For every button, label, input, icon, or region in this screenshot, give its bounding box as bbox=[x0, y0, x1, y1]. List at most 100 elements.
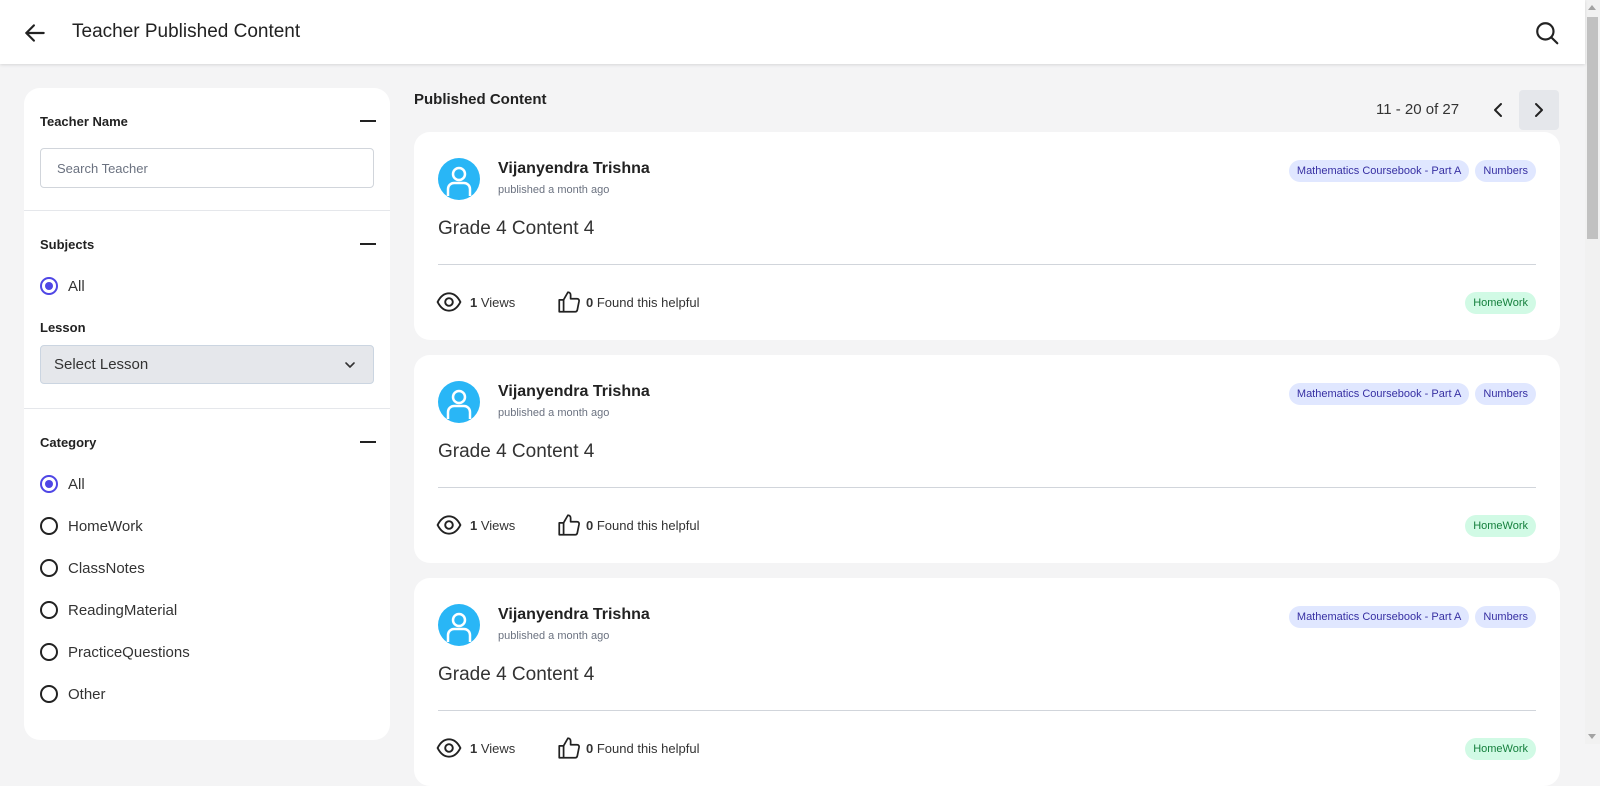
chevron-down-icon bbox=[345, 362, 355, 368]
author-name[interactable]: Vijanyendra Trishna bbox=[498, 160, 650, 178]
subjects-heading: Subjects bbox=[40, 237, 95, 252]
category-option-practicequestions[interactable]: PracticeQuestions bbox=[40, 641, 190, 663]
scroll-up-arrow[interactable] bbox=[1588, 5, 1596, 10]
page-title: Teacher Published Content bbox=[72, 21, 301, 42]
category-option-other[interactable]: Other bbox=[40, 683, 106, 705]
previous-page-button[interactable] bbox=[1486, 91, 1512, 129]
teacher-collapse-button[interactable] bbox=[354, 112, 382, 130]
card-divider bbox=[438, 487, 1536, 488]
radio-icon[interactable] bbox=[40, 685, 58, 703]
minus-icon bbox=[360, 441, 376, 443]
app-header: Teacher Published Content bbox=[0, 0, 1585, 64]
content-title[interactable]: Grade 4 Content 4 bbox=[438, 664, 594, 686]
helpful-label: Found this helpful bbox=[596, 295, 700, 310]
subject-tag: Mathematics Coursebook - Part A bbox=[1288, 383, 1470, 405]
section-divider bbox=[24, 408, 390, 409]
eye-icon bbox=[436, 738, 462, 758]
avatar bbox=[438, 158, 480, 200]
category-option-all[interactable]: All bbox=[40, 473, 85, 495]
teacher-name-heading: Teacher Name bbox=[40, 114, 128, 129]
minus-icon bbox=[360, 243, 376, 245]
topic-tag: Numbers bbox=[1475, 383, 1536, 405]
radio-checked-icon[interactable] bbox=[40, 475, 58, 493]
subject-option-all[interactable]: All bbox=[40, 275, 85, 297]
helpful-stat: 0 Found this helpful bbox=[586, 741, 699, 756]
search-teacher-input[interactable] bbox=[40, 148, 374, 188]
content-card[interactable]: Vijanyendra Trishna published a month ag… bbox=[414, 132, 1560, 340]
category-option-label: HomeWork bbox=[68, 517, 143, 535]
views-count: 1 bbox=[470, 295, 478, 310]
avatar bbox=[438, 381, 480, 423]
category-option-label: Other bbox=[68, 685, 106, 703]
minus-icon bbox=[360, 120, 376, 122]
category-option-readingmaterial[interactable]: ReadingMaterial bbox=[40, 599, 177, 621]
chevron-left-icon bbox=[1494, 103, 1502, 117]
filter-sidebar: Teacher Name Subjects All Lesson Select … bbox=[24, 88, 390, 740]
radio-icon[interactable] bbox=[40, 517, 58, 535]
card-divider bbox=[438, 710, 1536, 711]
user-icon bbox=[446, 389, 472, 419]
content-card[interactable]: Vijanyendra Trishna published a month ag… bbox=[414, 578, 1560, 786]
thumbs-up-icon[interactable] bbox=[556, 512, 582, 538]
radio-checked-icon[interactable] bbox=[40, 277, 58, 295]
views-count: 1 bbox=[470, 518, 478, 533]
category-badge: HomeWork bbox=[1465, 738, 1536, 760]
radio-icon[interactable] bbox=[40, 559, 58, 577]
views-stat: 1 Views bbox=[470, 741, 515, 756]
tag-list: Mathematics Coursebook - Part A Numbers bbox=[1288, 606, 1536, 628]
category-option-homework[interactable]: HomeWork bbox=[40, 515, 143, 537]
lesson-label: Lesson bbox=[40, 320, 86, 335]
subject-tag: Mathematics Coursebook - Part A bbox=[1288, 606, 1470, 628]
published-time: published a month ago bbox=[498, 184, 610, 196]
category-option-label: ReadingMaterial bbox=[68, 601, 178, 619]
section-divider bbox=[24, 210, 390, 211]
card-divider bbox=[438, 264, 1536, 265]
eye-icon bbox=[436, 292, 462, 312]
subject-tag: Mathematics Coursebook - Part A bbox=[1288, 160, 1470, 182]
radio-icon[interactable] bbox=[40, 643, 58, 661]
helpful-count: 0 bbox=[586, 741, 594, 756]
helpful-stat: 0 Found this helpful bbox=[586, 518, 699, 533]
page-scrollbar[interactable] bbox=[1585, 0, 1600, 744]
scroll-down-arrow[interactable] bbox=[1588, 734, 1596, 739]
author-name[interactable]: Vijanyendra Trishna bbox=[498, 383, 650, 401]
scroll-thumb[interactable] bbox=[1587, 17, 1598, 239]
radio-icon[interactable] bbox=[40, 601, 58, 619]
views-stat: 1 Views bbox=[470, 518, 515, 533]
content-title[interactable]: Grade 4 Content 4 bbox=[438, 441, 594, 463]
thumbs-up-icon[interactable] bbox=[556, 735, 582, 761]
eye-icon bbox=[436, 515, 462, 535]
category-option-label: All bbox=[68, 475, 85, 493]
back-button[interactable] bbox=[22, 20, 48, 46]
published-time: published a month ago bbox=[498, 407, 610, 419]
subjects-collapse-button[interactable] bbox=[354, 235, 382, 253]
category-option-classnotes[interactable]: ClassNotes bbox=[40, 557, 145, 579]
published-content-heading: Published Content bbox=[414, 91, 547, 108]
search-button[interactable] bbox=[1534, 20, 1560, 46]
views-label: Views bbox=[480, 295, 516, 310]
subject-option-label: All bbox=[68, 277, 85, 295]
search-icon bbox=[1536, 22, 1559, 45]
arrow-left-icon bbox=[25, 24, 45, 42]
next-page-button[interactable] bbox=[1519, 90, 1559, 130]
helpful-label: Found this helpful bbox=[596, 518, 700, 533]
thumbs-up-icon[interactable] bbox=[556, 289, 582, 315]
author-name[interactable]: Vijanyendra Trishna bbox=[498, 606, 650, 624]
tag-list: Mathematics Coursebook - Part A Numbers bbox=[1288, 160, 1536, 182]
content-card[interactable]: Vijanyendra Trishna published a month ag… bbox=[414, 355, 1560, 563]
pagination-range: 11 - 20 of 27 bbox=[1376, 101, 1460, 118]
user-icon bbox=[446, 612, 472, 642]
helpful-stat: 0 Found this helpful bbox=[586, 295, 699, 310]
views-count: 1 bbox=[470, 741, 478, 756]
category-collapse-button[interactable] bbox=[354, 433, 382, 451]
category-heading: Category bbox=[40, 435, 97, 450]
helpful-count: 0 bbox=[586, 518, 594, 533]
lesson-select[interactable]: Select Lesson bbox=[40, 345, 374, 384]
published-time: published a month ago bbox=[498, 630, 610, 642]
views-stat: 1 Views bbox=[470, 295, 515, 310]
topic-tag: Numbers bbox=[1475, 606, 1536, 628]
tag-list: Mathematics Coursebook - Part A Numbers bbox=[1288, 383, 1536, 405]
helpful-count: 0 bbox=[586, 295, 594, 310]
category-badge: HomeWork bbox=[1465, 292, 1536, 314]
content-title[interactable]: Grade 4 Content 4 bbox=[438, 218, 594, 240]
